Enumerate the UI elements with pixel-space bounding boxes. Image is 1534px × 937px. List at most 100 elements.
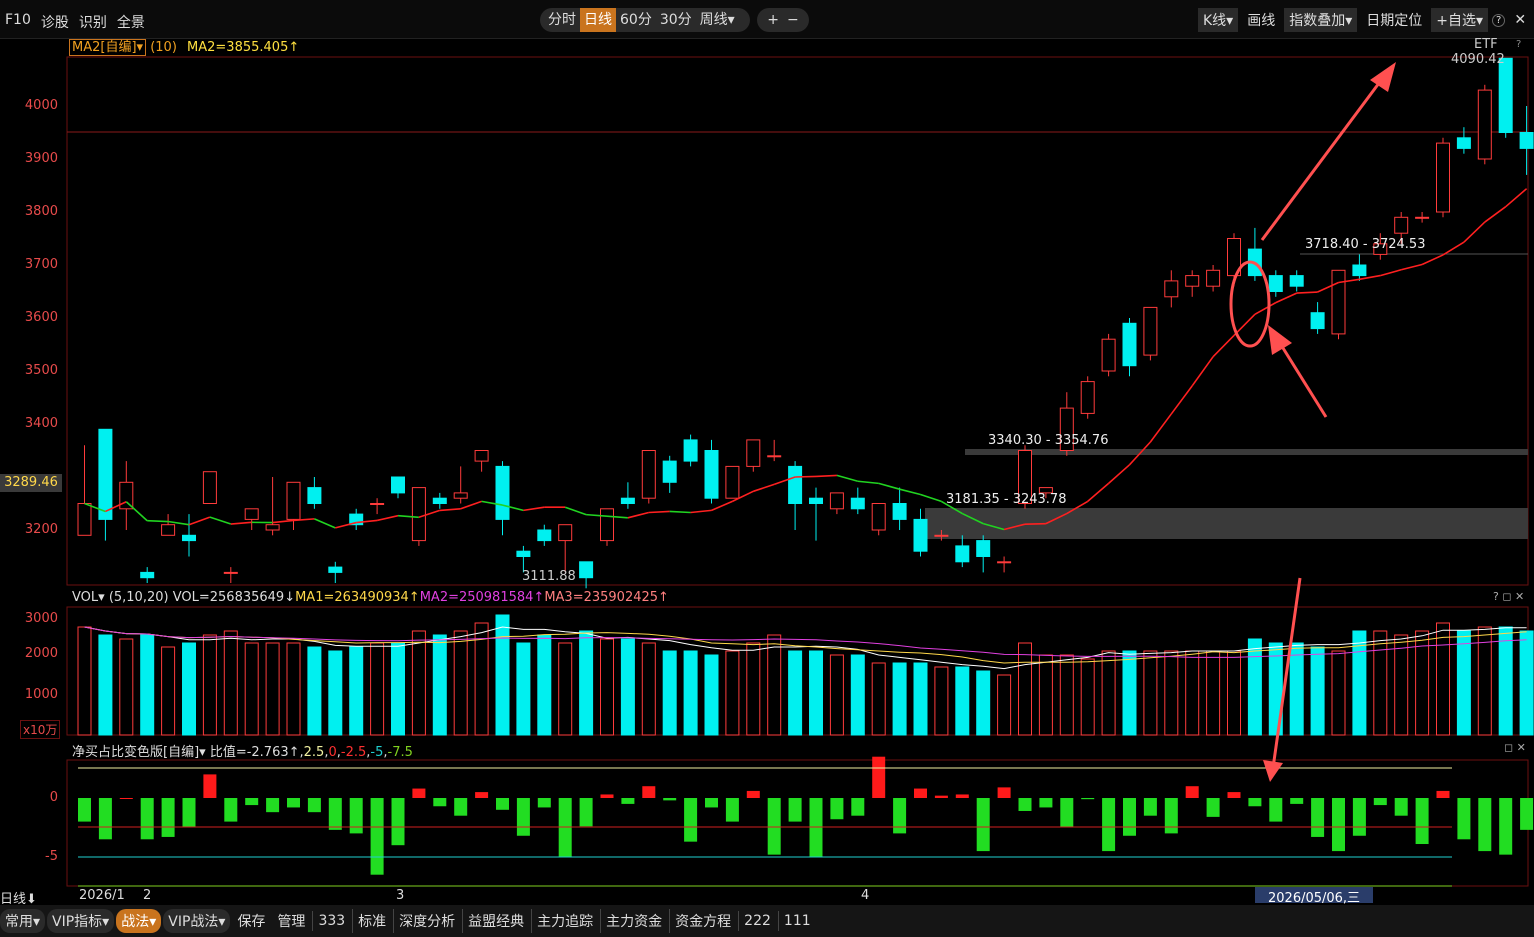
candle[interactable] <box>579 561 594 589</box>
save-button[interactable]: 保存 <box>232 909 270 933</box>
candle[interactable] <box>1310 302 1325 334</box>
template-333[interactable]: 333 <box>312 911 350 931</box>
candle[interactable] <box>119 461 134 530</box>
candle[interactable] <box>495 461 510 536</box>
candle[interactable] <box>662 455 677 493</box>
volume-ma-line <box>84 626 1527 658</box>
candle[interactable] <box>1331 269 1346 340</box>
candle[interactable] <box>349 508 364 530</box>
candle[interactable] <box>829 492 844 515</box>
ma2-line-segment <box>878 482 900 490</box>
candle[interactable] <box>1456 127 1471 154</box>
candle[interactable] <box>328 561 343 583</box>
volume-bar <box>98 634 113 736</box>
candle[interactable] <box>1247 227 1262 281</box>
netbuy-bar <box>663 798 677 801</box>
candle[interactable] <box>161 514 176 536</box>
candle[interactable] <box>1477 84 1492 165</box>
netbuy-panel-controls[interactable]: ◻ ✕ <box>1504 741 1526 754</box>
candle[interactable] <box>1268 270 1283 297</box>
candle[interactable] <box>558 524 573 573</box>
vip-strategy-dropdown[interactable]: VIP战法▾ <box>163 909 231 933</box>
ma2-line-segment <box>690 509 712 514</box>
candle[interactable] <box>98 428 113 541</box>
candle[interactable] <box>286 481 301 530</box>
template-222[interactable]: 222 <box>738 911 776 931</box>
candle[interactable] <box>976 535 991 573</box>
candle[interactable] <box>537 524 552 546</box>
candle[interactable] <box>307 477 322 509</box>
candle[interactable] <box>1436 137 1450 218</box>
netbuy-bar <box>893 798 907 834</box>
candle[interactable] <box>809 487 823 541</box>
strategy-dropdown[interactable]: 战法▾ <box>116 909 162 933</box>
candle[interactable] <box>788 461 803 530</box>
template-yimeng-classic[interactable]: 益盟经典 <box>462 909 529 933</box>
candle[interactable] <box>1143 306 1158 361</box>
candle[interactable] <box>244 508 259 530</box>
price-tick-3600: 3600 <box>24 310 58 325</box>
ma2-line-segment <box>209 516 232 525</box>
netbuy-bar <box>934 795 948 798</box>
netbuy-bar <box>725 798 739 822</box>
candle[interactable] <box>725 465 740 499</box>
kline-chart[interactable] <box>0 0 1534 937</box>
candle[interactable] <box>453 466 468 504</box>
high-price-label: 4090.42 <box>1451 52 1505 67</box>
manage-button[interactable]: 管理 <box>272 909 310 933</box>
candle[interactable] <box>850 487 865 515</box>
netbuy-bar <box>1373 798 1387 806</box>
candle[interactable] <box>77 445 92 536</box>
template-fund-equation[interactable]: 资金方程 <box>669 909 736 933</box>
volume-bar <box>1289 642 1304 736</box>
candle[interactable] <box>182 514 196 557</box>
price-tick-3500: 3500 <box>24 363 58 378</box>
netbuy-indicator-dropdown[interactable]: 净买占比变色版[自编]▾ <box>72 745 206 760</box>
candle[interactable] <box>1164 270 1179 308</box>
candle[interactable] <box>641 450 656 504</box>
candle[interactable] <box>871 503 886 536</box>
vip-indicator-dropdown[interactable]: VIP指标▾ <box>47 909 115 933</box>
candle[interactable] <box>1122 318 1137 377</box>
candle[interactable] <box>223 567 238 583</box>
candle[interactable] <box>746 439 761 472</box>
candle[interactable] <box>474 450 489 472</box>
template-deep-analysis[interactable]: 深度分析 <box>393 909 460 933</box>
template-standard[interactable]: 标准 <box>352 909 391 933</box>
candle[interactable] <box>1080 376 1095 419</box>
candle[interactable] <box>140 567 155 583</box>
candle[interactable] <box>1101 333 1116 377</box>
netbuy-bar <box>997 787 1011 798</box>
candle[interactable] <box>391 476 405 499</box>
volume-params: (5,10,20) <box>108 590 169 605</box>
volume-header: VOL▾ (5,10,20) VOL=256835649↓MA1=2634909… <box>72 590 669 605</box>
candle[interactable] <box>1415 212 1430 223</box>
template-main-tracking[interactable]: 主力追踪 <box>531 909 598 933</box>
candle[interactable] <box>620 482 635 509</box>
candle[interactable] <box>370 498 385 515</box>
candle[interactable] <box>600 508 614 546</box>
candle[interactable] <box>997 556 1012 573</box>
candle[interactable] <box>202 471 217 505</box>
candle[interactable] <box>1352 254 1367 281</box>
volume-bar <box>641 642 656 736</box>
candle[interactable] <box>432 492 447 509</box>
volume-bar <box>1456 630 1471 736</box>
candle[interactable] <box>265 477 280 536</box>
candle[interactable] <box>767 439 782 462</box>
candle[interactable] <box>892 487 907 530</box>
candle[interactable] <box>1206 265 1221 292</box>
template-main-funds[interactable]: 主力资金 <box>600 909 667 933</box>
common-dropdown[interactable]: 常用▾ <box>0 909 46 933</box>
volume-panel-controls[interactable]: ? ◻ ✕ <box>1493 590 1524 603</box>
candle[interactable] <box>1185 270 1200 297</box>
candle[interactable] <box>1289 270 1304 292</box>
candle[interactable] <box>1498 57 1513 138</box>
candle[interactable] <box>683 434 698 467</box>
template-111[interactable]: 111 <box>777 911 816 931</box>
price-tick-3700: 3700 <box>24 257 58 272</box>
volume-indicator-dropdown[interactable]: VOL▾ <box>72 590 105 605</box>
candle[interactable] <box>955 535 970 568</box>
candle[interactable] <box>1519 106 1534 175</box>
candle[interactable] <box>704 439 719 504</box>
